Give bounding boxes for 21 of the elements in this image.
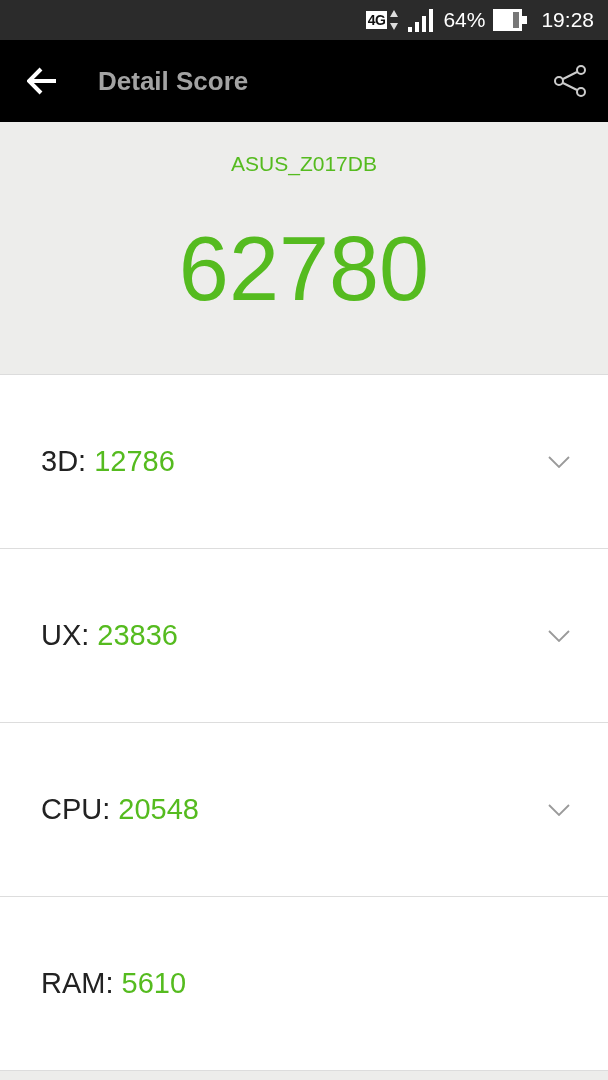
score-value: 12786 [94,445,176,478]
score-label: UX: [41,619,90,652]
battery-percent: 64% [443,8,486,32]
device-name: ASUS_Z017DB [231,152,377,176]
screen-title: Detail Score [98,65,250,97]
score-label: CPU: [41,793,111,826]
signal-icon [407,8,436,32]
score-label: RAM: [41,967,114,1000]
data-arrows-icon [389,9,400,31]
score-label: 3D: [41,445,87,478]
total-score: 62780 [178,224,430,314]
score-value: 20548 [118,793,200,826]
clock-time: 19:28 [541,8,594,32]
network-type: 4G [365,11,388,29]
share-icon [553,65,587,97]
battery-icon [493,9,528,31]
back-button[interactable] [26,65,58,97]
back-arrow-icon [27,67,57,95]
share-button[interactable] [552,63,588,99]
score-value: 23836 [97,619,179,652]
score-value: 5610 [121,967,187,1000]
